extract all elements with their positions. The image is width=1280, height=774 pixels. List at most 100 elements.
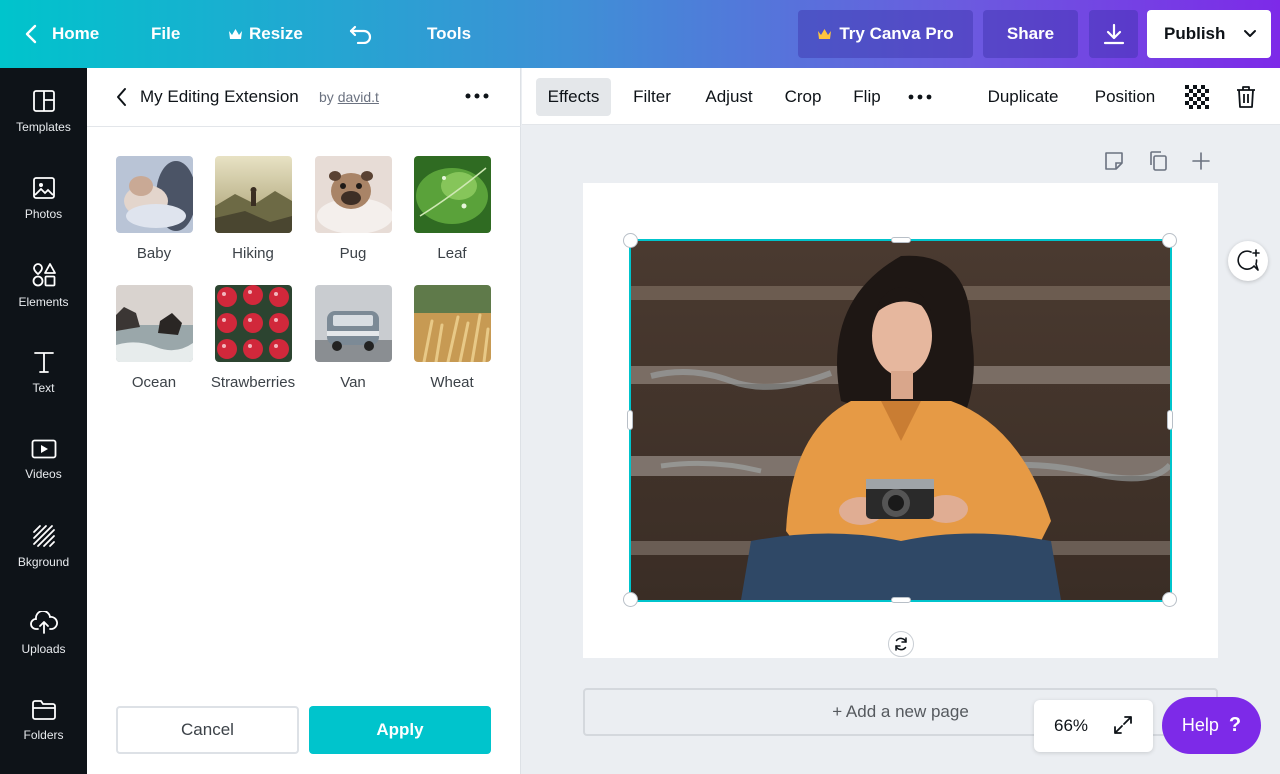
videos-icon [31, 439, 56, 459]
page-notes-button[interactable] [1103, 148, 1125, 174]
tool-adjust[interactable]: Adjust [694, 78, 764, 116]
thumbnail-label-ocean: Ocean [131, 374, 177, 391]
rotate-handle[interactable] [888, 631, 914, 657]
transparency-button[interactable] [1180, 78, 1214, 116]
position-button[interactable]: Position [1085, 78, 1165, 116]
share-label: Share [1006, 24, 1055, 43]
extension-panel: My Editing Extension by david.t Baby Hik… [87, 68, 521, 774]
folders-icon [31, 700, 56, 720]
try-canva-pro-button[interactable]: Try Canva Pro [798, 10, 973, 58]
share-button[interactable]: Share [983, 10, 1078, 58]
duplicate-label: Duplicate [987, 87, 1059, 106]
file-label: File [151, 24, 181, 43]
author-link[interactable]: david.t [338, 89, 379, 105]
add-page-icon-button[interactable] [1191, 148, 1211, 174]
tool-filter[interactable]: Filter [621, 78, 683, 116]
resize-handle-bottom-left[interactable] [623, 592, 638, 607]
rail-item-background[interactable]: Bkground [0, 503, 87, 590]
tools-label: Tools [427, 24, 472, 43]
help-button[interactable]: Help? [1162, 697, 1261, 754]
rail-item-text[interactable]: Text [0, 329, 87, 416]
van-image [315, 285, 392, 362]
more-options-icon[interactable] [463, 84, 491, 108]
rail-item-templates[interactable]: Templates [0, 68, 87, 155]
panel-header: My Editing Extension by david.t [87, 68, 521, 127]
chevron-left-icon [25, 24, 37, 44]
thumbnail-baby[interactable] [116, 156, 193, 233]
resize-handle-bottom-right[interactable] [1162, 592, 1177, 607]
left-rail: Templates Photos Elements Text Videos Bk… [0, 68, 87, 774]
thumbnail-strawberries[interactable] [215, 285, 292, 362]
download-icon [1103, 23, 1124, 45]
rail-label: Photos [24, 207, 63, 221]
add-comment-button[interactable] [1228, 241, 1268, 281]
rail-label: Templates [16, 120, 71, 134]
cancel-button[interactable]: Cancel [116, 706, 299, 754]
zoom-level[interactable]: 66% [1054, 716, 1088, 736]
comment-plus-icon [1237, 249, 1260, 271]
thumbnail-label-leaf: Leaf [437, 245, 467, 262]
thumbnail-leaf[interactable] [414, 156, 491, 233]
thumbnail-ocean[interactable] [116, 285, 193, 362]
add-page-label: + Add a new page [832, 702, 969, 721]
rail-label: Elements [18, 295, 69, 309]
thumbnail-label-baby: Baby [136, 245, 172, 262]
resize-button[interactable]: Resize [228, 0, 303, 68]
expand-icon[interactable] [1112, 714, 1134, 736]
woman-with-camera-image [631, 241, 1170, 600]
elements-icon [32, 263, 56, 287]
wheat-image [414, 285, 491, 362]
thumbnail-label-strawberries: Strawberries [210, 374, 296, 391]
resize-handle-top-right[interactable] [1162, 233, 1177, 248]
rail-item-folders[interactable]: Folders [0, 677, 87, 764]
thumbnail-label-hiking: Hiking [232, 245, 274, 262]
tool-crop[interactable]: Crop [775, 78, 831, 116]
undo-button[interactable] [349, 0, 373, 68]
more-tools-button[interactable] [902, 78, 938, 116]
resize-handle-left[interactable] [627, 410, 633, 430]
tool-effects[interactable]: Effects [536, 78, 611, 116]
apply-button[interactable]: Apply [309, 706, 491, 754]
resize-handle-top[interactable] [891, 237, 911, 243]
tool-label: Adjust [705, 87, 753, 106]
resize-handle-bottom[interactable] [891, 597, 911, 603]
resize-label: Resize [249, 24, 303, 43]
thumbnail-wheat[interactable] [414, 285, 491, 362]
notes-icon [1105, 152, 1123, 170]
rail-item-videos[interactable]: Videos [0, 416, 87, 503]
delete-button[interactable] [1230, 78, 1262, 116]
photos-icon [32, 177, 55, 199]
chevron-left-icon[interactable] [115, 87, 129, 107]
publish-label: Publish [1164, 24, 1226, 43]
tool-label: Flip [853, 87, 881, 106]
thumbnail-van[interactable] [315, 285, 392, 362]
download-button[interactable] [1089, 10, 1138, 58]
tools-menu[interactable]: Tools [427, 0, 471, 68]
resize-handle-top-left[interactable] [623, 233, 638, 248]
selected-photo[interactable] [629, 239, 1172, 602]
thumbnail-pug[interactable] [315, 156, 392, 233]
tool-flip[interactable]: Flip [843, 78, 891, 116]
uploads-icon [29, 611, 58, 634]
chevron-down-icon [1244, 30, 1256, 37]
rail-item-elements[interactable]: Elements [0, 242, 87, 329]
thumbnail-label-van: Van [340, 374, 366, 391]
by-label: by [319, 89, 334, 105]
extension-title: My Editing Extension [140, 87, 299, 106]
help-question-icon: ? [1228, 714, 1242, 736]
file-menu[interactable]: File [151, 0, 180, 68]
duplicate-button[interactable]: Duplicate [977, 78, 1069, 116]
thumbnail-hiking[interactable] [215, 156, 292, 233]
rail-label: Bkground [17, 555, 70, 569]
thumbnail-label-wheat: Wheat [430, 374, 474, 391]
home-button[interactable]: Home [24, 0, 99, 68]
resize-handle-right[interactable] [1167, 410, 1173, 430]
ocean-image [116, 285, 193, 362]
trash-icon [1237, 86, 1255, 108]
copy-icon [1150, 151, 1167, 171]
publish-button[interactable]: Publish [1147, 10, 1271, 58]
duplicate-page-button[interactable] [1147, 148, 1169, 174]
rail-item-uploads[interactable]: Uploads [0, 590, 87, 677]
rail-label: Videos [25, 467, 62, 481]
rail-item-photos[interactable]: Photos [0, 155, 87, 242]
